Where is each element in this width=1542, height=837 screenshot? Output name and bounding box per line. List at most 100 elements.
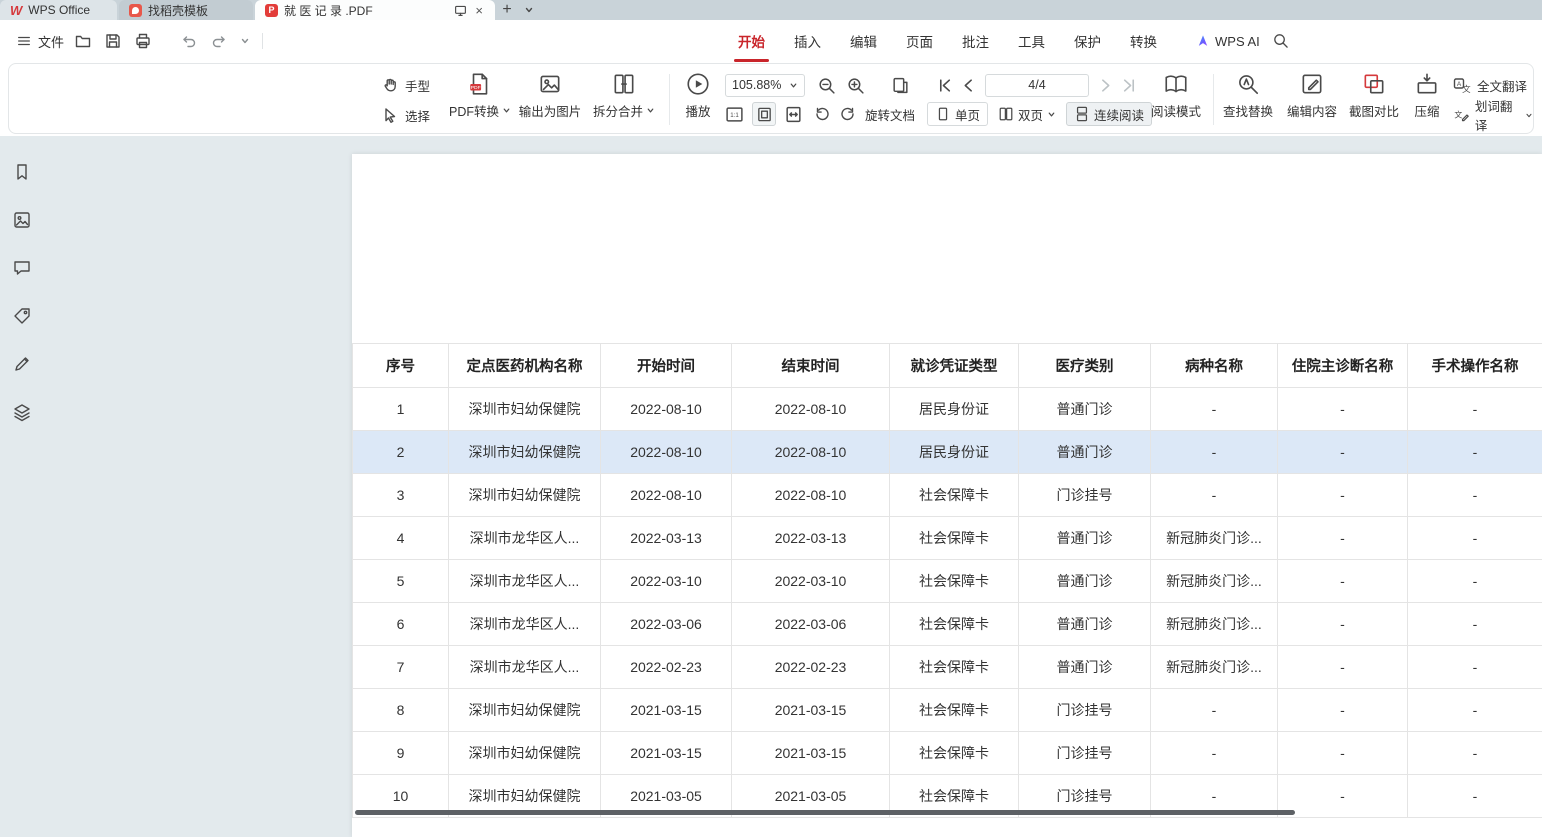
file-menu-button[interactable]: 文件 [10, 20, 70, 62]
window-tab-bar: W WPS Office 找稻壳模板 P 就 医 记 录 .PDF × + [0, 0, 1542, 20]
single-page-button[interactable]: 单页 [927, 102, 988, 126]
table-cell: - [1278, 474, 1408, 517]
wps-ai-button[interactable]: WPS AI [1196, 20, 1260, 62]
table-cell: 2022-03-10 [601, 560, 732, 603]
table-cell: 社会保障卡 [890, 560, 1019, 603]
table-cell: 2022-03-06 [732, 603, 890, 646]
screenshot-compare-label: 截图对比 [1349, 101, 1399, 120]
pdf-convert-button[interactable]: PDF PDF转换 [443, 71, 517, 120]
sidebar-thumbnail-button[interactable] [8, 206, 36, 234]
table-cell: 2022-02-23 [732, 646, 890, 689]
table-cell: 5 [353, 560, 449, 603]
table-cell: 新冠肺炎门诊... [1151, 646, 1278, 689]
undo-history-chevron-icon[interactable] [240, 36, 250, 46]
table-cell: 2022-03-06 [601, 603, 732, 646]
rotate-right-icon[interactable] [839, 105, 857, 123]
tab-list-chevron-icon[interactable] [519, 0, 539, 20]
table-cell: 普通门诊 [1019, 517, 1151, 560]
play-button[interactable]: 播放 [675, 71, 721, 120]
group-divider [1213, 74, 1214, 125]
sidebar-signature-button[interactable] [8, 350, 36, 378]
zoom-in-icon[interactable] [846, 76, 865, 95]
table-row: 4深圳市龙华区人...2022-03-132022-03-13社会保障卡普通门诊… [353, 517, 1542, 560]
split-merge-button[interactable]: 拆分合并 [586, 71, 662, 120]
page-number-input[interactable] [985, 74, 1089, 97]
fit-page-toggle[interactable] [752, 102, 776, 126]
table-cell: 2022-08-10 [732, 431, 890, 474]
tab-insert[interactable]: 插入 [794, 31, 821, 51]
tab-document[interactable]: P 就 医 记 录 .PDF × [255, 0, 495, 20]
edit-content-button[interactable]: 编辑内容 [1281, 71, 1343, 120]
table-cell: 深圳市龙华区人... [449, 560, 601, 603]
tab-docer-label: 找稻壳模板 [148, 2, 208, 19]
single-page-label: 单页 [955, 105, 980, 124]
redo-icon[interactable] [210, 32, 228, 50]
compress-button[interactable]: 压缩 [1405, 71, 1449, 120]
edit-content-icon [1299, 71, 1325, 97]
zoom-level-combo[interactable]: 105.88% [725, 74, 805, 97]
tab-home[interactable]: 开始 [738, 31, 765, 51]
table-cell: 居民身份证 [890, 388, 1019, 431]
undo-icon[interactable] [180, 32, 198, 50]
screenshot-compare-button[interactable]: 截图对比 [1343, 71, 1405, 120]
tab-wps-office[interactable]: W WPS Office [0, 0, 117, 20]
table-cell: - [1278, 646, 1408, 689]
sidebar-bookmark-button[interactable] [8, 158, 36, 186]
export-image-button[interactable]: 输出为图片 [510, 71, 590, 120]
fit-width-icon[interactable] [784, 105, 803, 124]
float-window-icon[interactable] [454, 4, 467, 17]
wps-ai-label: WPS AI [1215, 34, 1260, 49]
tab-convert[interactable]: 转换 [1130, 31, 1157, 51]
zoom-out-icon[interactable] [817, 76, 836, 95]
sidebar-tag-button[interactable] [8, 302, 36, 330]
rotate-document-button[interactable]: 旋转文档 [861, 102, 919, 126]
search-icon[interactable] [1272, 32, 1289, 49]
rotate-left-icon[interactable] [813, 105, 831, 123]
hand-tool-button[interactable]: 手型 [381, 74, 430, 96]
next-page-button[interactable] [1097, 77, 1114, 94]
table-cell: 新冠肺炎门诊... [1151, 517, 1278, 560]
column-header: 就诊凭证类型 [890, 344, 1019, 388]
first-page-button[interactable] [936, 77, 953, 94]
tag-icon [15, 309, 29, 323]
print-icon[interactable] [134, 32, 152, 50]
table-cell: - [1408, 388, 1542, 431]
open-file-icon[interactable] [74, 32, 92, 50]
table-cell: 门诊挂号 [1019, 689, 1151, 732]
save-icon[interactable] [104, 32, 122, 50]
page-jump-icon[interactable] [891, 76, 910, 95]
tab-page[interactable]: 页面 [906, 31, 933, 51]
table-cell: 2 [353, 431, 449, 474]
sidebar-comment-button[interactable] [8, 254, 36, 282]
tab-docer-templates[interactable]: 找稻壳模板 [119, 0, 253, 20]
horizontal-scrollbar[interactable] [355, 810, 1295, 815]
table-cell: 深圳市妇幼保健院 [449, 474, 601, 517]
sidebar-layers-button[interactable] [8, 398, 36, 426]
full-translate-button[interactable]: A 文 全文翻译 [1453, 74, 1533, 96]
wps-pdf-window: W WPS Office 找稻壳模板 P 就 医 记 录 .PDF × + 文件 [0, 0, 1542, 837]
double-page-button[interactable]: 双页 [994, 102, 1060, 126]
tab-protect[interactable]: 保护 [1074, 31, 1101, 51]
close-tab-icon[interactable]: × [473, 3, 485, 18]
table-cell: - [1408, 560, 1542, 603]
actual-size-icon[interactable]: 1:1 [725, 105, 744, 124]
svg-text:1:1: 1:1 [730, 112, 739, 119]
tab-tools[interactable]: 工具 [1018, 31, 1045, 51]
continuous-read-button[interactable]: 连续阅读 [1066, 102, 1152, 126]
read-mode-button[interactable]: 阅读模式 [1145, 71, 1207, 120]
last-page-button[interactable] [1121, 77, 1138, 94]
select-tool-button[interactable]: 选择 [381, 104, 430, 126]
table-cell: - [1151, 431, 1278, 474]
translate-group: A 文 全文翻译 文 划词翻译 [1453, 74, 1533, 126]
prev-page-button[interactable] [960, 77, 977, 94]
tab-comment[interactable]: 批注 [962, 31, 989, 51]
new-tab-button[interactable]: + [495, 0, 519, 20]
table-cell: - [1278, 388, 1408, 431]
word-translate-button[interactable]: 文 划词翻译 [1453, 104, 1533, 126]
medical-records-table: 序号定点医药机构名称开始时间结束时间就诊凭证类型医疗类别病种名称住院主诊断名称手… [352, 343, 1542, 818]
column-header: 序号 [353, 344, 449, 388]
tab-edit[interactable]: 编辑 [850, 31, 877, 51]
table-cell: 门诊挂号 [1019, 474, 1151, 517]
table-cell: - [1408, 603, 1542, 646]
find-replace-button[interactable]: 查找替换 [1217, 71, 1279, 120]
